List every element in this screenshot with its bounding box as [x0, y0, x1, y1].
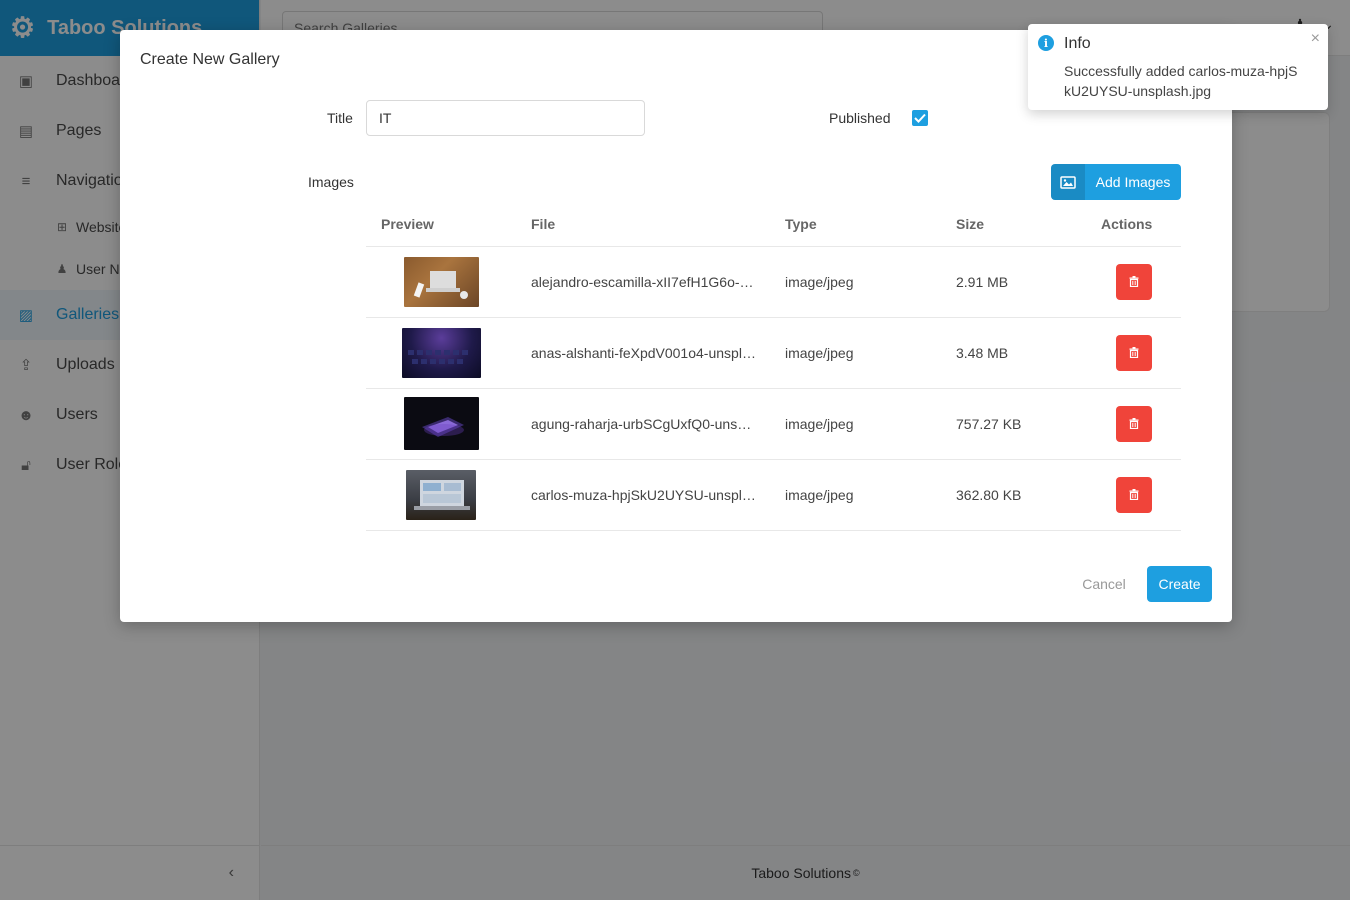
file-name: alejandro-escamilla-xII7efH1G6o-unsplash…	[531, 274, 757, 291]
trash-icon	[1129, 418, 1139, 429]
column-header-type: Type	[770, 202, 941, 247]
image-thumbnail	[406, 469, 476, 520]
preview-cell	[366, 317, 516, 389]
trash-icon	[1129, 276, 1139, 287]
column-header-size: Size	[941, 202, 1101, 247]
create-gallery-modal: Create New Gallery Title Published Image…	[120, 30, 1232, 622]
cancel-button[interactable]: Cancel	[1070, 566, 1138, 602]
create-button[interactable]: Create	[1147, 566, 1212, 602]
table-row: anas-alshanti-feXpdV001o4-unsplash.jpg i…	[366, 317, 1181, 389]
delete-button[interactable]	[1116, 334, 1152, 371]
column-header-actions: Actions	[1101, 202, 1181, 247]
file-cell: anas-alshanti-feXpdV001o4-unsplash.jpg	[516, 317, 770, 389]
delete-button[interactable]	[1116, 405, 1152, 442]
add-images-label: Add Images	[1095, 174, 1171, 190]
file-name: carlos-muza-hpjSkU2UYSU-unsplash.jpg	[531, 487, 757, 504]
table-row: agung-raharja-urbSCgUxfQ0-unsplash.jpg i…	[366, 388, 1181, 460]
table-row: carlos-muza-hpjSkU2UYSU-unsplash.jpg ima…	[366, 459, 1181, 531]
preview-cell	[366, 388, 516, 460]
actions-cell	[1101, 388, 1181, 460]
images-label: Images	[308, 174, 354, 190]
actions-cell	[1101, 317, 1181, 389]
info-icon: i	[1038, 35, 1054, 51]
file-cell: alejandro-escamilla-xII7efH1G6o-unsplash…	[516, 246, 770, 318]
close-icon[interactable]: ×	[1311, 30, 1320, 48]
type-cell: image/jpeg	[770, 459, 941, 531]
column-header-preview: Preview	[366, 202, 516, 247]
published-checkbox[interactable]	[912, 110, 928, 126]
images-table: Preview File Type Size Actions alejandro…	[366, 202, 1181, 531]
file-name: agung-raharja-urbSCgUxfQ0-unsplash.jpg	[531, 416, 757, 433]
table-header-row: Preview File Type Size Actions	[366, 202, 1181, 247]
file-cell: carlos-muza-hpjSkU2UYSU-unsplash.jpg	[516, 459, 770, 531]
preview-cell	[366, 246, 516, 318]
file-name: anas-alshanti-feXpdV001o4-unsplash.jpg	[531, 345, 757, 362]
image-thumbnail	[401, 327, 481, 378]
title-label: Title	[327, 110, 353, 126]
type-cell: image/jpeg	[770, 246, 941, 318]
file-cell: agung-raharja-urbSCgUxfQ0-unsplash.jpg	[516, 388, 770, 460]
type-cell: image/jpeg	[770, 317, 941, 389]
info-toast: i Info × Successfully added carlos-muza-…	[1028, 24, 1328, 110]
modal-title: Create New Gallery	[140, 51, 280, 68]
actions-cell	[1101, 459, 1181, 531]
check-icon	[914, 113, 926, 123]
image-thumbnail	[403, 397, 479, 450]
toast-title: Info	[1064, 35, 1091, 52]
size-cell: 2.91 MB	[941, 246, 1101, 318]
column-header-file: File	[516, 202, 770, 247]
title-input[interactable]	[366, 100, 645, 136]
type-cell: image/jpeg	[770, 388, 941, 460]
size-cell: 3.48 MB	[941, 317, 1101, 389]
size-cell: 757.27 KB	[941, 388, 1101, 460]
actions-cell	[1101, 246, 1181, 318]
image-thumbnail	[403, 256, 479, 307]
delete-button[interactable]	[1116, 476, 1152, 513]
toast-message: Successfully added carlos-muza-hpjSkU2UY…	[1064, 63, 1298, 99]
preview-cell	[366, 459, 516, 531]
delete-button[interactable]	[1116, 263, 1152, 300]
trash-icon	[1129, 347, 1139, 358]
size-cell: 362.80 KB	[941, 459, 1101, 531]
add-images-button[interactable]: Add Images	[1051, 164, 1181, 200]
image-icon	[1051, 164, 1085, 200]
table-row: alejandro-escamilla-xII7efH1G6o-unsplash…	[366, 246, 1181, 318]
published-label: Published	[829, 110, 891, 126]
trash-icon	[1129, 489, 1139, 500]
